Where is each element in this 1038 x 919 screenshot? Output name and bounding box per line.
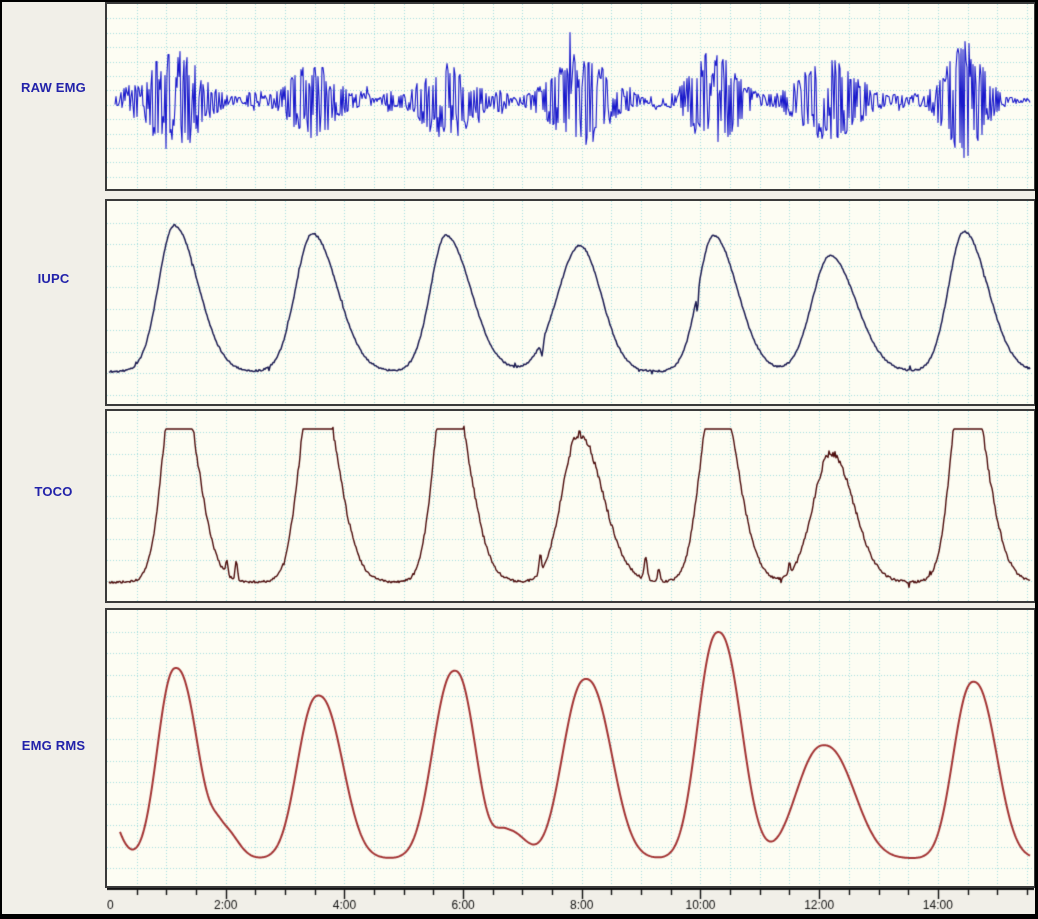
raw-emg-waveform xyxy=(107,4,1034,189)
iupc-label: IUPC xyxy=(38,271,70,286)
emg-rms-panel xyxy=(105,608,1036,888)
emg-rms-waveform xyxy=(107,610,1034,886)
iupc-waveform xyxy=(107,201,1034,404)
uterine-activity-monitor: RAW EMG IUPC TOCO EMG RMS xyxy=(0,0,1038,919)
iupc-strip: IUPC xyxy=(2,199,1035,406)
toco-label-area: TOCO xyxy=(2,409,105,603)
raw-emg-label-area: RAW EMG xyxy=(2,2,105,191)
emg-rms-strip: EMG RMS xyxy=(2,608,1035,888)
time-axis-strip xyxy=(2,888,1035,912)
emg-rms-label-area: EMG RMS xyxy=(2,608,105,888)
raw-emg-panel xyxy=(105,2,1036,191)
iupc-label-area: IUPC xyxy=(2,199,105,406)
emg-rms-label: EMG RMS xyxy=(22,738,86,753)
iupc-panel xyxy=(105,199,1036,406)
time-axis xyxy=(107,888,1034,912)
time-axis-area xyxy=(105,888,1036,912)
raw-emg-label: RAW EMG xyxy=(21,80,86,95)
toco-panel xyxy=(105,409,1036,603)
toco-waveform xyxy=(107,411,1034,601)
axis-label-spacer xyxy=(2,888,105,912)
raw-emg-strip: RAW EMG xyxy=(2,2,1035,191)
toco-strip: TOCO xyxy=(2,409,1035,603)
toco-label: TOCO xyxy=(34,484,72,499)
